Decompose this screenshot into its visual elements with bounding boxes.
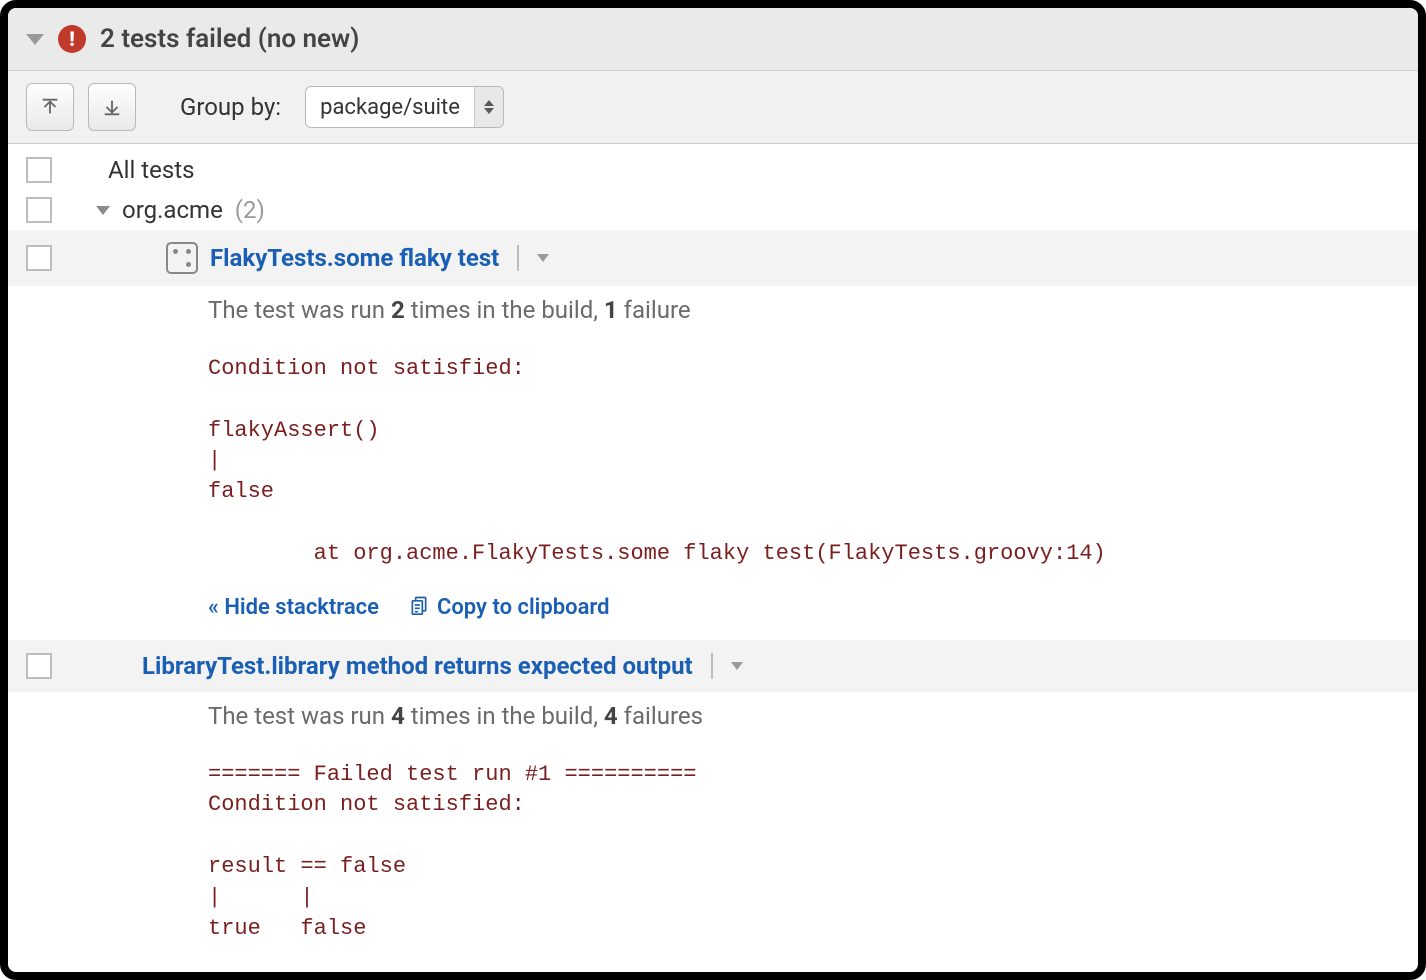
tree-row-all-tests[interactable]: All tests <box>8 150 1418 190</box>
group-by-value: package/suite <box>306 87 474 127</box>
checkbox[interactable] <box>26 653 52 679</box>
test-details: The test was run 2 times in the build, 1… <box>8 286 1418 640</box>
stacktrace-actions: « Hide stacktrace Copy to clipboard <box>208 594 1400 622</box>
test-name-link[interactable]: LibraryTest.library method returns expec… <box>142 652 693 680</box>
test-menu-dropdown-icon[interactable] <box>537 254 549 262</box>
chevron-down-icon[interactable] <box>26 34 44 45</box>
collapse-all-button[interactable] <box>26 83 74 131</box>
checkbox[interactable] <box>26 157 52 183</box>
test-results-panel: ! 2 tests failed (no new) Group by: pack… <box>0 0 1426 980</box>
divider <box>711 653 713 679</box>
clipboard-icon <box>409 594 429 622</box>
error-badge-icon: ! <box>58 25 86 53</box>
tree-row-test[interactable]: FlakyTests.some flaky test <box>8 230 1418 286</box>
package-count: (2) <box>235 196 265 224</box>
test-menu-dropdown-icon[interactable] <box>731 662 743 670</box>
chevron-down-icon[interactable] <box>96 206 110 215</box>
test-run-summary: The test was run 4 times in the build, 4… <box>208 702 1400 730</box>
group-by-label: Group by: <box>180 93 281 121</box>
package-name: org.acme <box>122 196 223 224</box>
checkbox[interactable] <box>26 245 52 271</box>
stacktrace: ======= Failed test run #1 ========== Co… <box>208 760 1400 945</box>
results-title: 2 tests failed (no new) <box>100 24 359 54</box>
stacktrace: Condition not satisfied: flakyAssert() |… <box>208 354 1400 570</box>
expand-all-button[interactable] <box>88 83 136 131</box>
test-run-summary: The test was run 2 times in the build, 1… <box>208 296 1400 324</box>
checkbox[interactable] <box>26 197 52 223</box>
test-tree: All tests org.acme (2) FlakyTests.some fl… <box>8 144 1418 980</box>
tree-row-test[interactable]: LibraryTest.library method returns expec… <box>8 640 1418 692</box>
hide-stacktrace-link[interactable]: « Hide stacktrace <box>208 595 379 620</box>
flaky-test-icon <box>166 242 198 274</box>
copy-to-clipboard-link[interactable]: Copy to clipboard <box>409 594 610 622</box>
results-header: ! 2 tests failed (no new) <box>8 8 1418 71</box>
test-details: The test was run 4 times in the build, 4… <box>8 692 1418 980</box>
test-name-link[interactable]: FlakyTests.some flaky test <box>210 244 499 272</box>
group-by-select[interactable]: package/suite <box>305 86 504 128</box>
divider <box>517 245 519 271</box>
results-toolbar: Group by: package/suite <box>8 71 1418 144</box>
updown-icon <box>474 87 503 127</box>
all-tests-label: All tests <box>108 156 194 184</box>
tree-row-package[interactable]: org.acme (2) <box>8 190 1418 230</box>
